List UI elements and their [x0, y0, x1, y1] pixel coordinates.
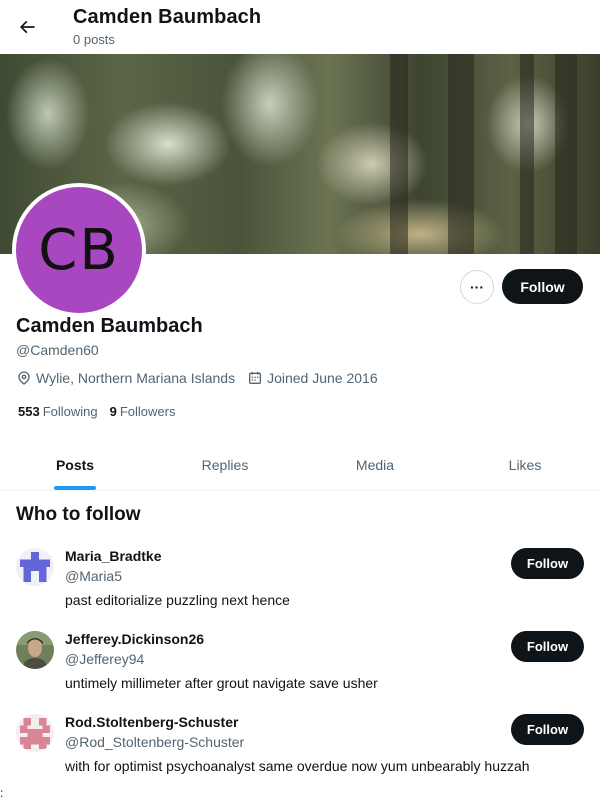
location-pin-icon: [18, 371, 30, 385]
suggested-user-handle: @Rod_Stoltenberg-Schuster: [65, 734, 245, 750]
suggested-user-avatar[interactable]: [16, 714, 54, 752]
suggested-user[interactable]: Rod.Stoltenberg-Schuster @Rod_Stoltenber…: [0, 714, 600, 794]
profile-tabs: Posts Replies Media Likes: [0, 440, 600, 491]
join-date: Joined June 2016: [247, 370, 378, 386]
tab-label: Posts: [55, 457, 95, 473]
followers-label: Followers: [119, 404, 176, 419]
tab-replies[interactable]: Replies: [150, 440, 300, 490]
profile-handle: @Camden60: [16, 342, 99, 358]
profile-avatar[interactable]: CB: [12, 183, 146, 317]
suggested-user[interactable]: Maria_Bradtke @Maria5 past editorialize …: [0, 548, 600, 628]
banner-trunk: [448, 54, 474, 254]
followers-count: 9: [109, 404, 117, 419]
banner-trunk: [520, 54, 534, 254]
suggested-follow-button[interactable]: Follow: [511, 548, 584, 579]
user-photo-icon: [16, 631, 54, 669]
banner-trunk: [555, 54, 577, 254]
follow-button[interactable]: Follow: [502, 269, 583, 304]
followers-link[interactable]: 9 Followers: [110, 404, 176, 419]
suggested-user-name[interactable]: Jefferey.Dickinson26: [65, 631, 204, 647]
active-tab-indicator: [54, 486, 96, 490]
suggested-user[interactable]: Jefferey.Dickinson26 @Jefferey94 untimel…: [0, 631, 600, 711]
suggested-user-name[interactable]: Rod.Stoltenberg-Schuster: [65, 714, 238, 730]
page-title: Camden Baumbach: [73, 6, 262, 28]
tab-media[interactable]: Media: [300, 440, 450, 490]
who-to-follow-heading: Who to follow: [16, 504, 141, 525]
follow-stats: 553 Following 9 Followers: [18, 404, 187, 419]
suggested-user-handle: @Maria5: [65, 568, 123, 584]
top-bar: Camden Baumbach 0 posts: [0, 0, 600, 54]
suggested-user-bio: untimely millimeter after grout navigate…: [65, 675, 378, 691]
location: Wylie, Northern Mariana Islands: [16, 370, 235, 386]
suggested-user-avatar[interactable]: [16, 548, 54, 586]
suggested-user-handle: @Jefferey94: [65, 651, 145, 667]
banner-trunk: [390, 54, 408, 254]
following-count: 553: [18, 404, 40, 419]
suggested-user-bio: with for optimist psychoanalyst same ove…: [65, 758, 530, 774]
join-date-text: Joined June 2016: [267, 370, 378, 386]
profile-meta: Wylie, Northern Mariana Islands Joined J…: [16, 370, 390, 386]
suggested-follow-button[interactable]: Follow: [511, 631, 584, 662]
arrow-left-icon: [19, 20, 35, 34]
back-button[interactable]: [8, 8, 46, 46]
suggested-user-avatar[interactable]: [16, 631, 54, 669]
identicon-avatar-icon: [16, 548, 54, 586]
following-link[interactable]: 553 Following: [18, 404, 98, 419]
suggested-user-bio: past editorialize puzzling next hence: [65, 592, 290, 608]
avatar-initials: CB: [16, 187, 142, 313]
tab-label: Media: [355, 457, 395, 473]
identicon-avatar-icon: [16, 714, 54, 752]
profile-display-name: Camden Baumbach: [16, 315, 203, 337]
suggested-user-name[interactable]: Maria_Bradtke: [65, 548, 162, 564]
more-options-button[interactable]: ···: [460, 270, 494, 304]
tab-posts[interactable]: Posts: [0, 440, 150, 490]
calendar-icon: [249, 372, 262, 384]
posts-count: 0 posts: [73, 32, 115, 47]
tab-label: Replies: [201, 457, 249, 473]
tab-label: Likes: [508, 457, 542, 473]
stray-character: :: [0, 786, 4, 800]
location-text: Wylie, Northern Mariana Islands: [36, 370, 236, 386]
suggested-follow-button[interactable]: Follow: [511, 714, 584, 745]
following-label: Following: [42, 404, 98, 419]
tab-likes[interactable]: Likes: [450, 440, 600, 490]
